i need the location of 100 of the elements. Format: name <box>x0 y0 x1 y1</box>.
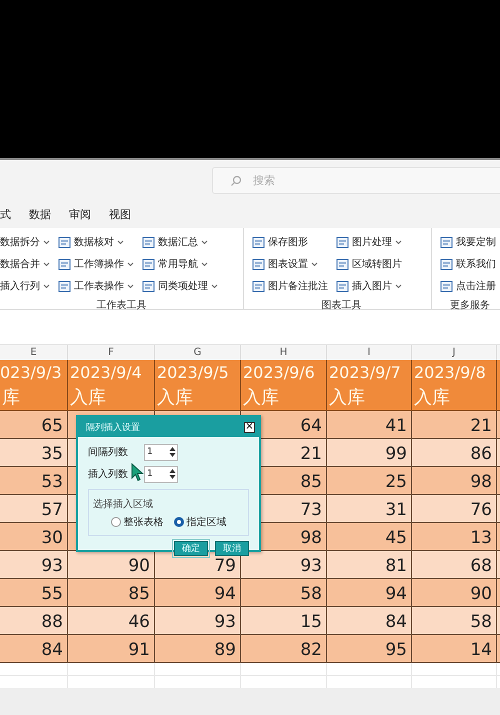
ribbon-button[interactable]: 图表设置 <box>252 253 328 275</box>
table-cell: 55 <box>0 579 68 606</box>
document-icon <box>58 280 71 292</box>
ribbon-button[interactable]: 图片处理 <box>336 231 402 253</box>
table-cell: 库 <box>0 385 68 410</box>
table-cell: 57 <box>0 495 68 522</box>
table-cell: 35 <box>0 439 68 466</box>
ribbon-button[interactable]: 点击注册 <box>440 275 496 297</box>
group-label: 选择插入区域 <box>93 499 153 510</box>
table-cell: 88 <box>0 607 68 634</box>
document-icon <box>440 236 453 248</box>
table-cell: 58 <box>241 579 327 606</box>
field-label: 插入列数 <box>88 468 128 481</box>
caret-icon <box>127 284 134 288</box>
menu-tab[interactable]: 数据 <box>29 206 51 222</box>
ribbon-button[interactable]: 保存图形 <box>252 231 328 253</box>
table-cell: 76 <box>412 495 497 522</box>
group-label: 工作表工具 <box>96 298 148 312</box>
table-cell: 91 <box>68 635 155 662</box>
table-cell: 53 <box>0 467 68 494</box>
ribbon-button[interactable]: 区域转图片 <box>336 253 402 275</box>
document-icon <box>252 258 265 270</box>
table-cell: 86 <box>412 439 497 466</box>
table-cell: 99 <box>327 439 412 466</box>
table-cell: 41 <box>327 411 412 438</box>
ribbon-button[interactable]: 常用导航 <box>142 253 218 275</box>
ribbon-button[interactable]: 插入行列 <box>0 275 50 297</box>
table-cell: 15 <box>241 607 327 634</box>
caret-icon <box>395 240 402 244</box>
caret-icon <box>43 240 50 244</box>
spinner-arrows-icon <box>168 445 177 459</box>
document-icon <box>252 236 265 248</box>
table-cell: 58 <box>412 607 497 634</box>
table-cell: 45 <box>327 523 412 550</box>
table-cell: 21 <box>412 411 497 438</box>
table-cell: 14 <box>412 635 497 662</box>
search-field[interactable]: 搜索 <box>212 166 500 194</box>
table-cell: 98 <box>412 467 497 494</box>
table-cell: 31 <box>327 495 412 522</box>
table-cell: 90 <box>412 579 497 606</box>
ribbon-button[interactable]: 工作簿操作 <box>58 253 134 275</box>
ribbon-button[interactable]: 联系我们 <box>440 253 496 275</box>
table-cell: 65 <box>0 411 68 438</box>
table-cell: 46 <box>68 607 155 634</box>
document-icon <box>252 280 265 292</box>
radio-option[interactable]: 指定区域 <box>174 515 226 529</box>
caret-icon <box>211 284 218 288</box>
search-icon <box>230 174 242 186</box>
table-cell: 84 <box>0 635 68 662</box>
number-field[interactable]: 1 <box>144 466 178 482</box>
caret-icon <box>311 262 318 266</box>
document-icon <box>58 236 71 248</box>
number-field[interactable]: 1 <box>144 444 178 460</box>
table-cell: 93 <box>155 607 241 634</box>
document-icon <box>440 258 453 270</box>
caret-icon <box>43 262 50 266</box>
ribbon-button[interactable]: 我要定制 <box>440 231 496 253</box>
ribbon-button[interactable]: 数据核对 <box>58 231 134 253</box>
table-cell: 入库 <box>68 385 155 410</box>
table-cell: 95 <box>327 635 412 662</box>
table-cell: 85 <box>68 579 155 606</box>
document-icon <box>336 236 349 248</box>
cursor-icon <box>131 463 144 482</box>
ribbon-button[interactable]: 图片备注批注 <box>252 275 328 297</box>
table-cell: 94 <box>327 579 412 606</box>
ribbon-button[interactable]: 插入图片 <box>336 275 402 297</box>
table-cell: 94 <box>155 579 241 606</box>
ribbon-button[interactable]: 同类项处理 <box>142 275 218 297</box>
group-label: 更多服务 <box>449 299 491 312</box>
document-icon <box>58 258 71 270</box>
menu-tab[interactable]: 视图 <box>109 206 131 222</box>
table-cell: 25 <box>327 467 412 494</box>
caret-icon <box>43 284 50 288</box>
document-icon <box>142 280 155 292</box>
field-label: 间隔列数 <box>88 446 128 459</box>
table-cell: 84 <box>327 607 412 634</box>
table-cell: 81 <box>327 551 412 578</box>
document-icon <box>142 258 155 270</box>
menu-tab[interactable]: 审阅 <box>69 206 91 222</box>
table-cell: 89 <box>155 635 241 662</box>
ribbon-button[interactable]: 数据拆分 <box>0 231 50 253</box>
ribbon-button[interactable]: 数据合并 <box>0 253 50 275</box>
table-cell: 入库 <box>241 385 327 410</box>
dialog-title: 隔列插入设置 <box>86 422 140 434</box>
ribbon-button[interactable]: 数据汇总 <box>142 231 218 253</box>
table-cell: 入库 <box>412 385 497 410</box>
radio-option[interactable]: 整张表格 <box>110 515 164 529</box>
table-cell: 68 <box>412 551 497 578</box>
table-cell: 93 <box>0 551 68 578</box>
caret-icon <box>201 262 208 266</box>
close-button[interactable]: × <box>244 422 255 432</box>
ribbon-button[interactable]: 工作表操作 <box>58 275 134 297</box>
caret-icon <box>395 284 402 288</box>
menu-tab[interactable]: 式 <box>0 206 11 222</box>
document-icon <box>336 280 349 292</box>
document-icon <box>440 280 453 292</box>
table-cell: 入库 <box>155 385 241 410</box>
table-cell: 30 <box>0 523 68 550</box>
document-icon <box>336 258 349 270</box>
caret-icon <box>117 240 124 244</box>
